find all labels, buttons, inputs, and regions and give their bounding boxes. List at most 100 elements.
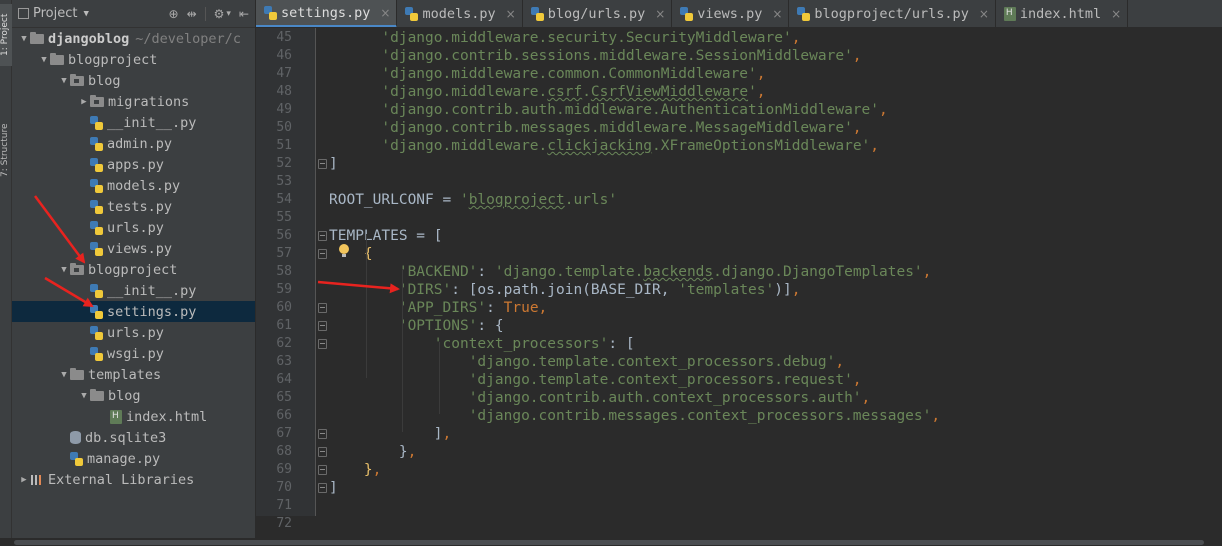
line-number: 58 (276, 264, 292, 279)
editor-tab[interactable]: blog/urls.py × (523, 0, 673, 27)
fold-marker-icon[interactable] (318, 483, 327, 493)
fold-marker-icon[interactable] (318, 249, 327, 259)
tree-item[interactable]: ▼ blog (12, 385, 255, 406)
hide-panel-icon[interactable]: ⇤ (239, 7, 249, 21)
tree-item[interactable]: settings.py (12, 301, 255, 322)
python-file-icon (530, 7, 544, 21)
fold-marker-icon[interactable] (318, 429, 327, 439)
close-icon[interactable]: × (380, 6, 390, 20)
scrollbar-thumb[interactable] (14, 540, 1204, 545)
line-number: 67 (276, 426, 292, 441)
line-number-gutter: 45 46 47 48 49 50 51 52 53 54 55 56 57 58 59 60 61 62 63 64… (256, 28, 327, 531)
fold-marker-icon[interactable] (318, 159, 327, 169)
tree-item[interactable]: ▼ blogproject (12, 259, 255, 280)
editor-tab[interactable]: settings.py × (256, 0, 398, 27)
editor-tab[interactable]: models.py × (397, 0, 523, 27)
tree-item[interactable]: apps.py (12, 154, 255, 175)
code-token: , (442, 426, 452, 442)
tree-item[interactable]: models.py (12, 175, 255, 196)
tree-item-label: models.py (107, 177, 181, 194)
line-number: 55 (276, 210, 292, 225)
python-file-icon (70, 451, 83, 466)
project-view-title[interactable]: Project (33, 6, 77, 21)
code-token: clickjacking (547, 138, 653, 154)
collapse-arrow-icon[interactable]: ▶ (78, 97, 90, 107)
view-dropdown-icon[interactable]: ▼ (83, 9, 88, 19)
code-token: ' (748, 84, 757, 100)
expand-arrow-icon[interactable]: ▼ (58, 370, 70, 380)
tree-item[interactable]: ▼ templates (12, 364, 255, 385)
expand-arrow-icon[interactable]: ▼ (78, 391, 90, 401)
code-token: ] (329, 156, 338, 172)
line-number: 46 (276, 48, 292, 63)
python-file-icon (90, 157, 103, 172)
structure-tool-tab[interactable]: 7: Structure (0, 110, 12, 190)
tree-item[interactable]: wsgi.py (12, 343, 255, 364)
tab-label: models.py (422, 6, 496, 22)
fold-marker-icon[interactable] (318, 447, 327, 457)
project-tool-tab[interactable]: 1: Project (0, 4, 12, 66)
code-line: 'APP_DIRS': True, (329, 299, 547, 317)
code-token: 'django.template. (494, 264, 644, 280)
code-token: : { (477, 318, 504, 334)
code-token: 'django.middleware.security.SecurityMidd… (381, 30, 792, 46)
fold-marker-icon[interactable] (318, 321, 327, 331)
tree-item[interactable]: views.py (12, 238, 255, 259)
expand-arrow-icon[interactable]: ▼ (58, 76, 70, 86)
tree-item-label: urls.py (107, 219, 164, 236)
tree-item[interactable]: ▼ djangoblog ~/developer/c (12, 28, 255, 49)
close-icon[interactable]: × (655, 7, 665, 21)
close-icon[interactable]: × (1111, 7, 1121, 21)
code-line: 'django.template.context_processors.debu… (329, 353, 844, 371)
settings-dropdown-icon[interactable]: ▾ (226, 9, 231, 19)
editor-tab[interactable]: index.html × (996, 0, 1129, 27)
tree-item[interactable]: __init__.py (12, 112, 255, 133)
code-area[interactable]: 'django.middleware.security.SecurityMidd… (329, 28, 1222, 516)
fold-marker-icon[interactable] (318, 339, 327, 349)
tree-item[interactable]: manage.py (12, 448, 255, 469)
editor-tab[interactable]: blogproject/urls.py × (789, 0, 996, 27)
editor-tab[interactable]: views.py × (672, 0, 790, 27)
close-icon[interactable]: × (772, 7, 782, 21)
tree-item[interactable]: ▶ migrations (12, 91, 255, 112)
python-file-icon (90, 199, 103, 214)
fold-marker-icon[interactable] (318, 465, 327, 475)
tree-item-label: tests.py (107, 198, 173, 215)
tree-item[interactable]: ▶ External Libraries (12, 469, 255, 490)
line-number: 56 (276, 228, 292, 243)
expand-arrow-icon[interactable]: ▼ (38, 55, 50, 65)
tree-item[interactable]: db.sqlite3 (12, 427, 255, 448)
collapse-all-icon[interactable]: ⇹ (187, 7, 197, 21)
fold-marker-icon[interactable] (318, 303, 327, 313)
expand-arrow-icon[interactable]: ▼ (18, 34, 30, 44)
tree-item[interactable]: __init__.py (12, 280, 255, 301)
tree-item[interactable]: tests.py (12, 196, 255, 217)
close-icon[interactable]: × (979, 7, 989, 21)
horizontal-scrollbar[interactable] (0, 538, 1222, 546)
tree-item[interactable]: index.html (12, 406, 255, 427)
close-icon[interactable]: × (506, 7, 516, 21)
collapse-arrow-icon[interactable]: ▶ (18, 475, 30, 485)
code-token: blogproject (468, 192, 565, 208)
tree-item[interactable]: urls.py (12, 217, 255, 238)
code-token: , (791, 30, 801, 46)
expand-arrow-icon[interactable]: ▼ (58, 265, 70, 275)
fold-marker-icon[interactable] (318, 231, 327, 241)
code-token: , (372, 462, 382, 478)
tree-item[interactable]: admin.py (12, 133, 255, 154)
gear-icon[interactable]: ⚙ (214, 7, 225, 21)
tree-item[interactable]: urls.py (12, 322, 255, 343)
line-number: 68 (276, 444, 292, 459)
code-line: 'django.contrib.auth.middleware.Authenti… (329, 101, 887, 119)
tree-item[interactable]: ▼ blogproject (12, 49, 255, 70)
sync-target-icon[interactable]: ⊕ (169, 7, 179, 21)
tree-item[interactable]: ▼ blog (12, 70, 255, 91)
intention-bulb-icon[interactable] (338, 244, 350, 258)
